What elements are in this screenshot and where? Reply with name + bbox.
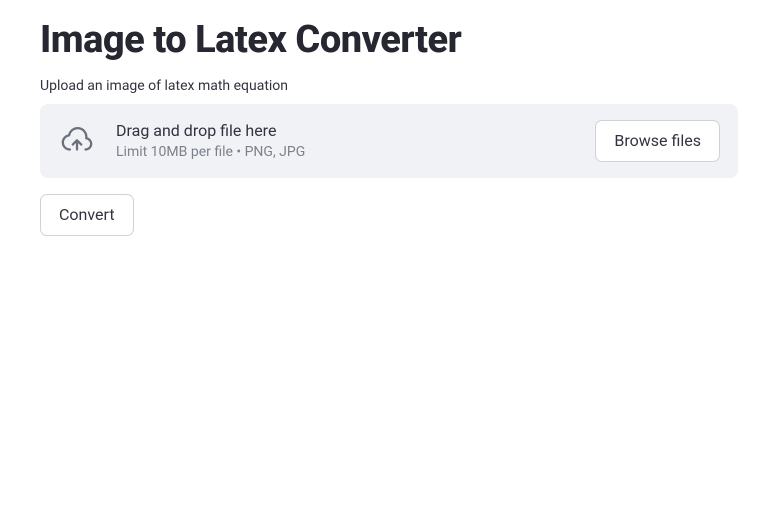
uploader-label: Upload an image of latex math equation [40, 78, 738, 94]
dropzone-info: Drag and drop file here Limit 10MB per f… [58, 121, 305, 160]
cloud-upload-icon [58, 122, 96, 160]
dropzone-text-group: Drag and drop file here Limit 10MB per f… [116, 121, 305, 160]
file-dropzone[interactable]: Drag and drop file here Limit 10MB per f… [40, 104, 738, 178]
page-title: Image to Latex Converter [40, 18, 738, 64]
dropzone-hint: Limit 10MB per file • PNG, JPG [116, 144, 305, 160]
convert-button[interactable]: Convert [40, 194, 134, 236]
dropzone-title: Drag and drop file here [116, 121, 305, 140]
browse-files-button[interactable]: Browse files [595, 120, 720, 162]
